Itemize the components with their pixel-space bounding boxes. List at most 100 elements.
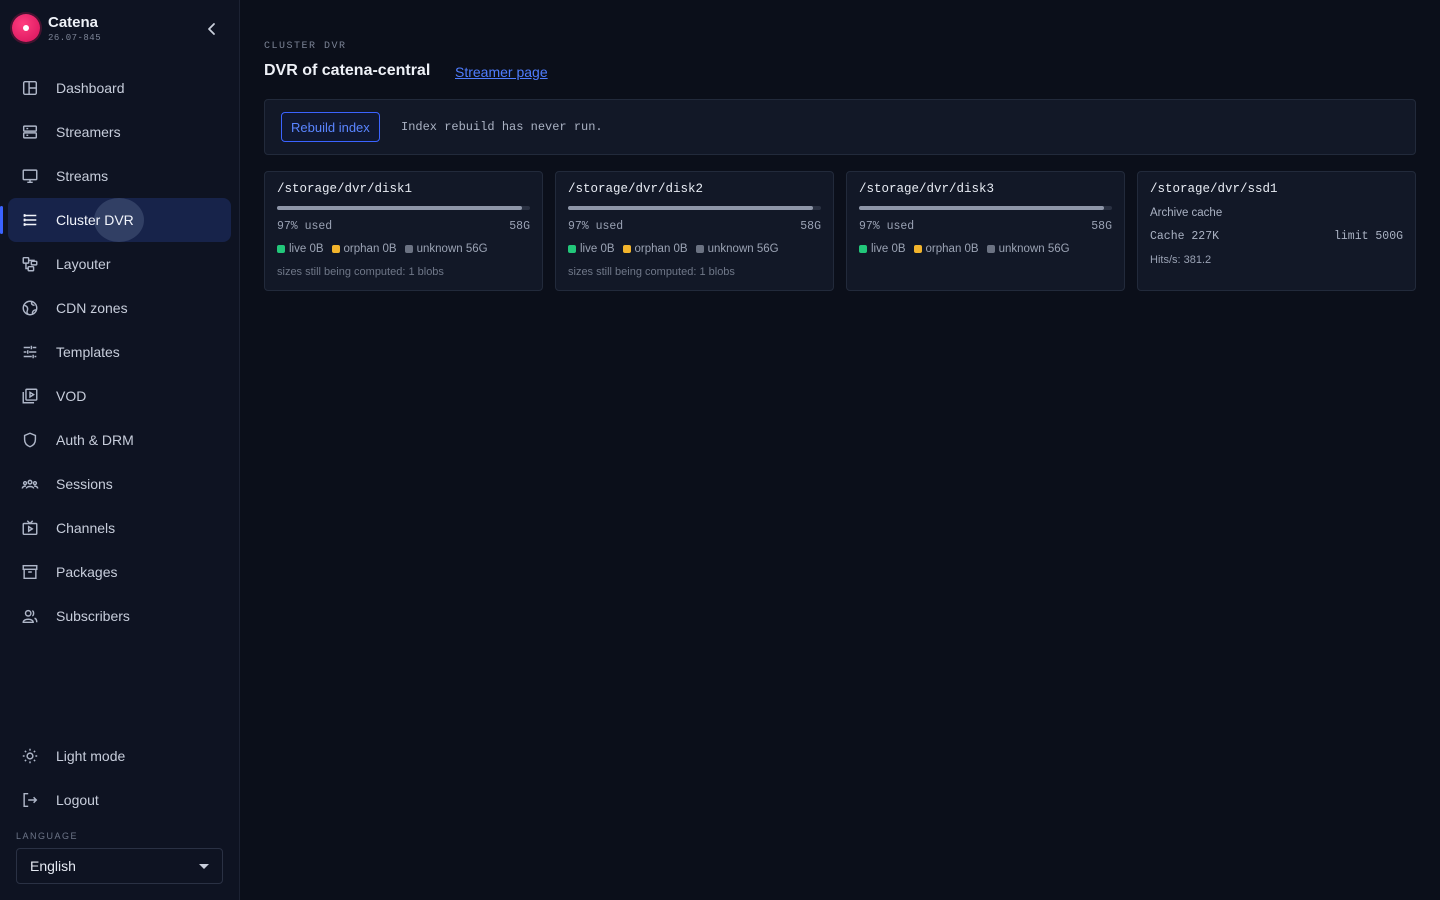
live-size: live 0B <box>289 243 324 255</box>
collapse-sidebar-button[interactable] <box>202 19 222 39</box>
streamer-page-link[interactable]: Streamer page <box>455 64 548 80</box>
chevron-left-icon <box>208 23 215 35</box>
storage-cards: /storage/dvr/disk1 97% used 58G live 0B … <box>264 171 1416 291</box>
usage-bar <box>277 206 530 210</box>
live-size: live 0B <box>871 243 906 255</box>
dashboard-icon <box>20 78 40 98</box>
orphan-size: orphan 0B <box>925 243 979 255</box>
disk-total: 58G <box>1091 220 1112 233</box>
cache-card: /storage/dvr/ssd1 Archive cache Cache 22… <box>1137 171 1416 291</box>
video-library-icon <box>20 386 40 406</box>
nav-item-cluster-dvr[interactable]: Cluster DVR <box>0 198 231 242</box>
caret-down-icon <box>199 864 209 869</box>
nav-item-vod[interactable]: VOD <box>8 374 231 418</box>
disk-card: /storage/dvr/disk1 97% used 58G live 0B … <box>264 171 543 291</box>
section-label: CLUSTER DVR <box>264 41 347 52</box>
live-size: live 0B <box>580 243 615 255</box>
unknown-dot-icon <box>404 245 413 253</box>
light-mode-toggle[interactable]: Light mode <box>8 734 231 778</box>
nav-label: Streams <box>56 168 109 184</box>
bottom-nav: Light mode Logout <box>8 734 231 822</box>
usage-legend: live 0B orphan 0B unknown 56G <box>568 243 787 255</box>
unknown-size: unknown 56G <box>416 243 488 255</box>
nav-item-templates[interactable]: Templates <box>8 330 231 374</box>
language-select[interactable]: English <box>16 848 223 884</box>
used-percent: 97% used <box>568 220 624 233</box>
live-dot-icon <box>277 245 285 253</box>
nav-item-streams[interactable]: Streams <box>8 154 231 198</box>
archive-box-icon <box>20 562 40 582</box>
nav-label: Packages <box>56 564 118 580</box>
users-icon <box>20 606 40 626</box>
cache-type: Archive cache <box>1150 207 1223 219</box>
usage-bar-fill <box>277 206 523 210</box>
unknown-size: unknown 56G <box>707 243 779 255</box>
nav-label: Sessions <box>56 476 113 492</box>
sun-icon <box>20 746 40 766</box>
nav-label: CDN zones <box>56 300 128 316</box>
nav-label: Templates <box>56 344 120 360</box>
nav-label: Layouter <box>56 256 111 272</box>
nav-label: Logout <box>56 792 99 808</box>
used-percent: 97% used <box>277 220 333 233</box>
disk-path: /storage/dvr/disk3 <box>859 182 995 196</box>
usage-bar-fill <box>859 206 1105 210</box>
sliders-icon <box>20 342 40 362</box>
used-percent: 97% used <box>859 220 915 233</box>
computing-note: sizes still being computed: 1 blobs <box>568 266 735 278</box>
app-name: Catena <box>48 14 99 31</box>
nav-label: Auth & DRM <box>56 432 134 448</box>
usage-legend: live 0B orphan 0B unknown 56G <box>277 243 496 255</box>
live-dot-icon <box>859 245 867 253</box>
orphan-dot-icon <box>622 245 631 253</box>
nav-label: Light mode <box>56 748 126 764</box>
usage-bar <box>859 206 1112 210</box>
nav-item-dashboard[interactable]: Dashboard <box>8 66 231 110</box>
orphan-size: orphan 0B <box>343 243 397 255</box>
tv-icon <box>20 518 40 538</box>
cache-hits: Hits/s: 381.2 <box>1150 254 1212 266</box>
disk-total: 58G <box>509 220 530 233</box>
logout-button[interactable]: Logout <box>8 778 231 822</box>
disk-total: 58G <box>800 220 821 233</box>
usage-bar-fill <box>568 206 814 210</box>
nav-item-auth-drm[interactable]: Auth & DRM <box>8 418 231 462</box>
nav-item-streamers[interactable]: Streamers <box>8 110 231 154</box>
disk-card: /storage/dvr/disk3 97% used 58G live 0B … <box>846 171 1125 291</box>
nav-item-packages[interactable]: Packages <box>8 550 231 594</box>
orphan-size: orphan 0B <box>634 243 688 255</box>
disk-card: /storage/dvr/disk2 97% used 58G live 0B … <box>555 171 834 291</box>
group-icon <box>20 474 40 494</box>
nav-item-subscribers[interactable]: Subscribers <box>8 594 231 638</box>
nav-item-sessions[interactable]: Sessions <box>8 462 231 506</box>
rebuild-panel: Rebuild index Index rebuild has never ru… <box>264 99 1416 155</box>
nav-item-layouter[interactable]: Layouter <box>8 242 231 286</box>
monitor-icon <box>20 166 40 186</box>
nav-label: VOD <box>56 388 87 404</box>
unknown-size: unknown 56G <box>998 243 1070 255</box>
language-value: English <box>30 858 76 874</box>
nav-label: Channels <box>56 520 116 536</box>
orphan-dot-icon <box>913 245 922 253</box>
unknown-dot-icon <box>695 245 704 253</box>
main-nav: Dashboard Streamers Streams Cluster DVR … <box>0 66 231 638</box>
page-title: DVR of catena-central <box>264 62 431 79</box>
disk-path: /storage/dvr/disk2 <box>568 182 704 196</box>
live-dot-icon <box>568 245 576 253</box>
globe-icon <box>20 298 40 318</box>
language-label: LANGUAGE <box>16 831 79 841</box>
nav-item-channels[interactable]: Channels <box>8 506 231 550</box>
sidebar: Catena 26.07-845 Dashboard Streamers Str… <box>0 0 240 900</box>
disk-path: /storage/dvr/disk1 <box>277 182 413 196</box>
nav-item-cdn-zones[interactable]: CDN zones <box>8 286 231 330</box>
logout-icon <box>20 790 40 810</box>
list-icon <box>20 210 40 230</box>
rebuild-index-button[interactable]: Rebuild index <box>281 112 380 142</box>
usage-legend: live 0B orphan 0B unknown 56G <box>859 243 1078 255</box>
cache-size: Cache 227K <box>1150 230 1220 243</box>
brand: Catena 26.07-845 <box>12 13 228 45</box>
shield-icon <box>20 430 40 450</box>
catena-logo-icon <box>12 14 40 42</box>
nav-label: Dashboard <box>56 80 125 96</box>
cache-limit: limit 500G <box>1333 230 1403 243</box>
